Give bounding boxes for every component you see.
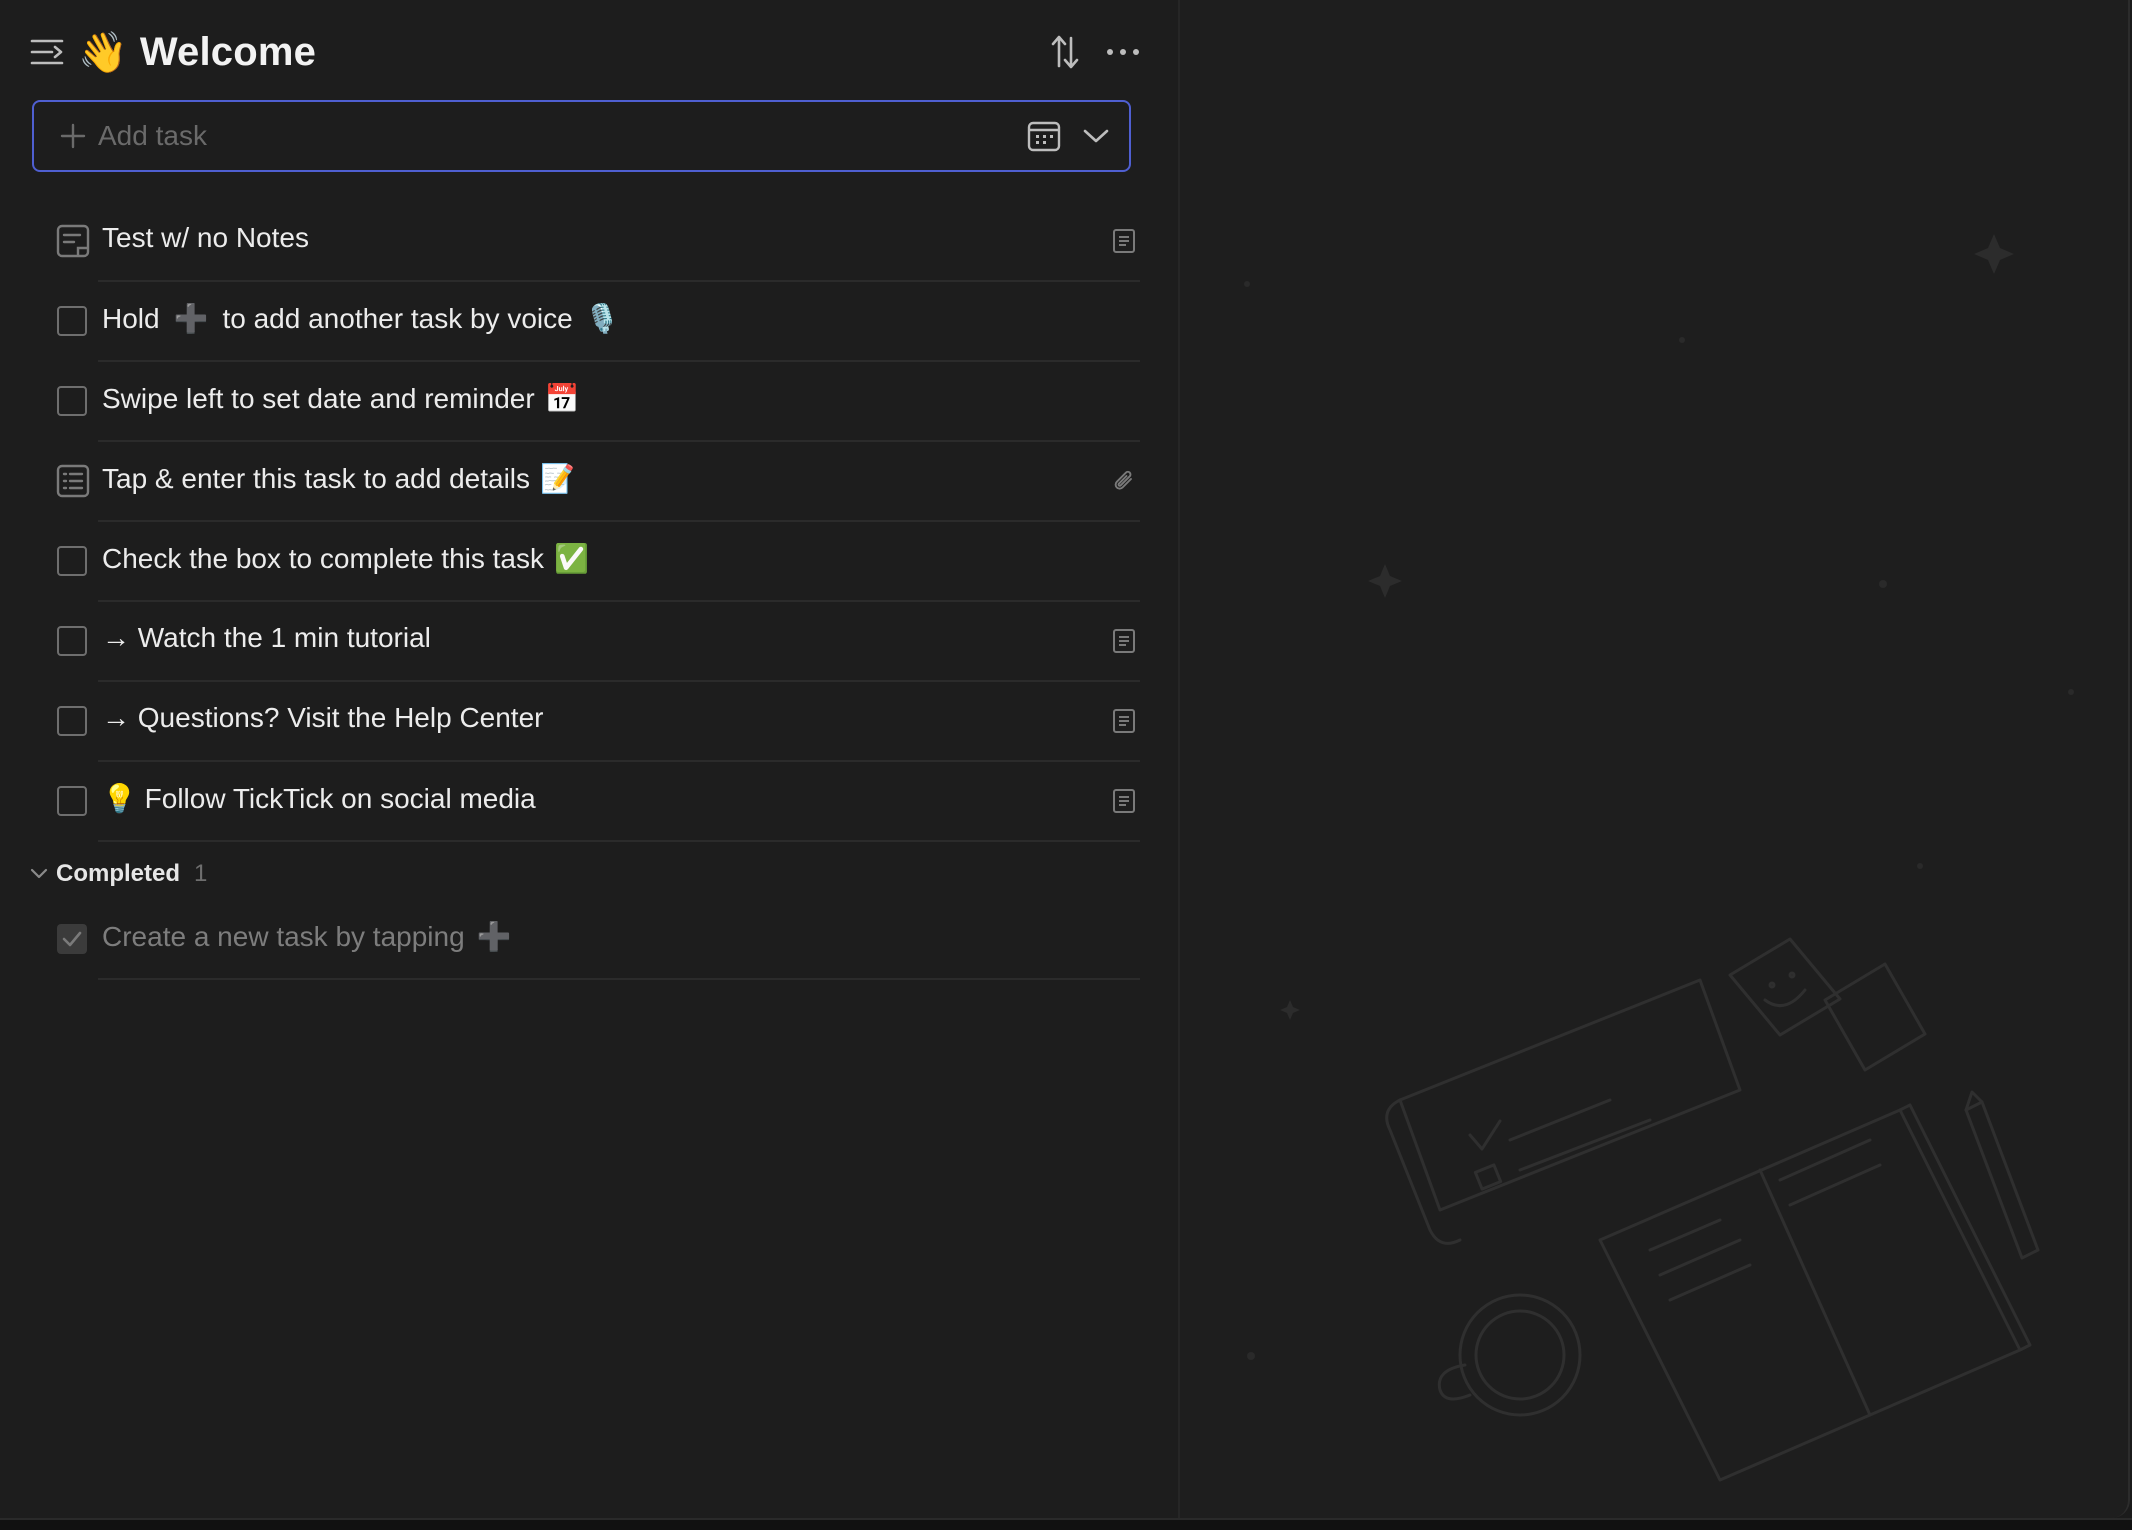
completed-section-toggle[interactable]: Completed 1 [30,858,207,890]
plus-icon [60,123,86,149]
attachment-icon [1114,470,1132,490]
note-icon [1113,789,1135,813]
detail-panel-empty-state [1180,0,2130,1518]
microphone-icon: 🎙️ [584,302,620,335]
more-options-button[interactable] [1106,47,1140,57]
task-title-continued: to add another task by voice [222,302,573,334]
check-icon [62,931,82,947]
list-item[interactable]: → Watch the 1 min tutorial [0,602,1140,682]
list-header: 👋 Welcome [30,22,1140,82]
list-item[interactable]: 💡 Follow TickTick on social media [0,762,1140,842]
chevron-down-icon [1083,129,1109,143]
list-item[interactable]: Tap & enter this task to add details 📝 [0,442,1140,522]
task-title: Check the box to complete this task [102,542,544,574]
list-item[interactable]: Hold ➕ to add another task by voice 🎙️ [0,282,1140,362]
completed-count: 1 [194,860,208,887]
note-task-icon[interactable] [56,224,90,258]
completed-checkbox[interactable] [57,924,87,954]
list-item[interactable]: Check the box to complete this task ✅ [0,522,1140,602]
calendar-emoji-icon: 📅 [544,382,580,415]
task-checkbox[interactable] [57,306,87,336]
task-title: Test w/ no Notes [102,222,309,253]
divider [98,978,1140,980]
list-item[interactable]: Swipe left to set date and reminder 📅 [0,362,1140,442]
add-options-dropdown[interactable] [1083,128,1109,144]
task-checkbox[interactable] [57,386,87,416]
task-checkbox[interactable] [57,786,87,816]
note-icon [1113,709,1135,733]
sort-arrows-icon [1051,35,1079,69]
plus-glyph-icon: ➕ [476,920,512,953]
task-title: Hold [102,302,160,334]
completed-list-item[interactable]: Create a new task by tapping ➕ [0,900,1140,980]
divider [98,840,1140,842]
ellipsis-icon [1107,49,1139,55]
checklist-task-icon[interactable] [56,464,90,498]
page-title: Welcome [139,29,317,74]
completed-label: Completed [56,860,181,887]
menu-collapse-icon [30,39,64,65]
sidebar-toggle-button[interactable] [30,37,64,67]
calendar-icon [1027,121,1061,152]
list-item[interactable]: Test w/ no Notes [0,202,1140,282]
task-title: Swipe left to set date and reminder [102,382,535,414]
task-checkbox[interactable] [57,546,87,576]
task-checkbox[interactable] [57,626,87,656]
window-bottom-edge [0,1518,2132,1530]
task-title: Create a new task by tapping [102,920,465,952]
check-mark-emoji-icon: ✅ [554,542,589,575]
date-picker-button[interactable] [1027,120,1061,152]
task-list: Test w/ no Notes Hold ➕ to add another t… [0,202,1140,842]
note-icon [1113,229,1135,253]
waving-hand-icon: 👋 [78,29,128,76]
note-icon [1113,629,1135,653]
task-list-panel: 👋 Welcome Add task Test w/ no Notes Hold… [0,0,1180,1518]
add-task-box[interactable] [32,100,1131,172]
plus-glyph-icon: ➕ [173,302,209,335]
task-title: → Watch the 1 min tutorial [102,622,431,653]
memo-icon: 📝 [540,462,575,495]
task-checkbox[interactable] [57,706,87,736]
task-title: Tap & enter this task to add details [102,462,531,494]
task-title: → Questions? Visit the Help Center [102,702,544,733]
empty-state-illustration [1244,234,2074,1482]
chevron-down-icon [30,868,48,879]
list-item[interactable]: → Questions? Visit the Help Center [0,682,1140,762]
task-title: 💡 Follow TickTick on social media [102,783,536,814]
sort-button[interactable] [1050,34,1080,70]
add-task-input[interactable] [96,119,980,153]
